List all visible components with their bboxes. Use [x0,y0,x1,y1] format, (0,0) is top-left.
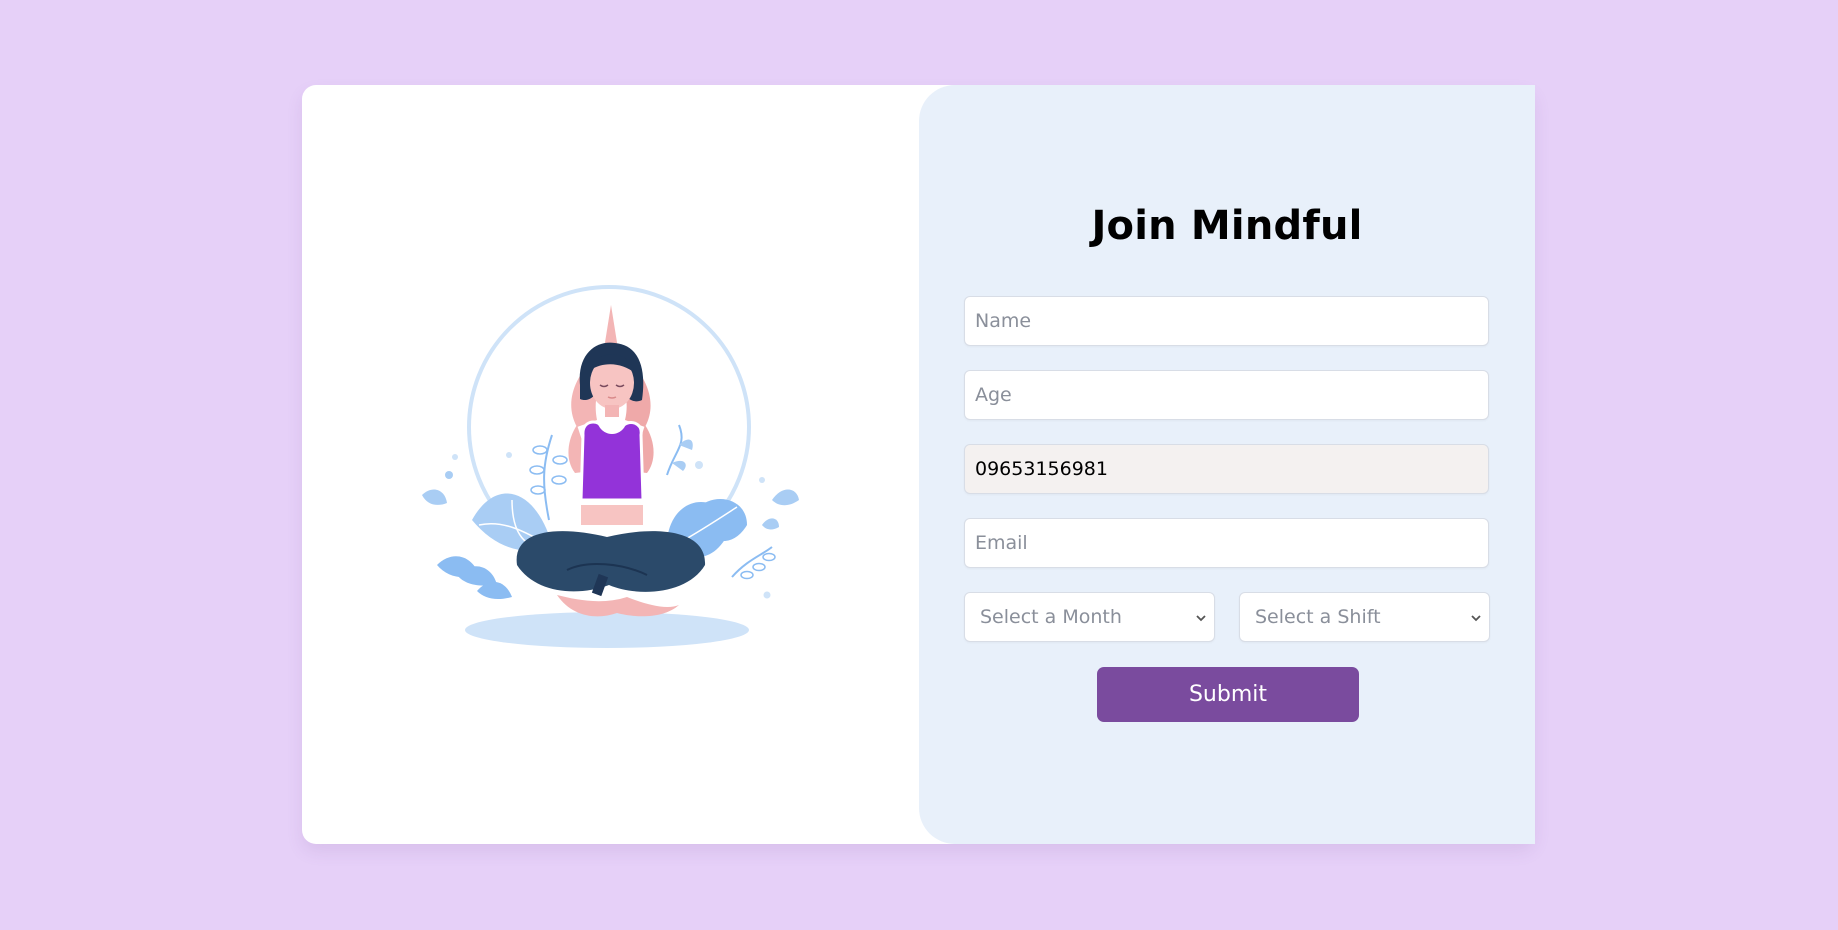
shift-select-label: Select a Shift [1255,606,1381,628]
signup-card: Join Mindful Select a Month Select a Shi… [302,85,1535,844]
email-input[interactable] [964,518,1489,568]
month-select[interactable]: Select a Month [964,592,1215,642]
age-input[interactable] [964,370,1489,420]
meditation-illustration [422,285,799,648]
illustration-panel [302,85,919,844]
month-select-label: Select a Month [980,606,1122,628]
submit-button[interactable]: Submit [1097,667,1359,722]
shift-select[interactable]: Select a Shift [1239,592,1490,642]
chevron-down-icon [1196,615,1206,622]
phone-input[interactable] [964,444,1489,494]
chevron-down-icon [1471,615,1481,622]
signup-form-panel: Join Mindful Select a Month Select a Shi… [919,85,1535,844]
form-title: Join Mindful [1091,203,1363,249]
name-input[interactable] [964,296,1489,346]
